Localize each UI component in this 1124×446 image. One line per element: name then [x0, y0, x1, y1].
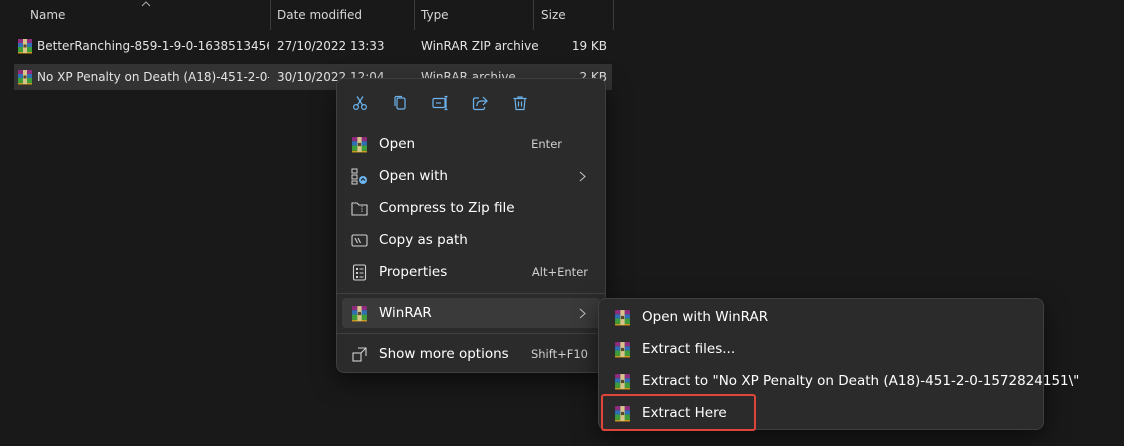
cut-button[interactable] — [344, 89, 376, 117]
submenu-item-label: Open with WinRAR — [642, 309, 769, 325]
menu-item-winrar[interactable]: WinRAR — [342, 298, 600, 328]
winrar-icon — [351, 136, 368, 153]
menu-item-copy-path[interactable]: Copy as path — [342, 225, 600, 255]
menu-item-open-with[interactable]: Open with — [342, 161, 600, 191]
submenu-item-open-with-winrar[interactable]: Open with WinRAR — [603, 302, 1039, 332]
menu-item-shortcut: Shift+F10 — [530, 347, 588, 361]
menu-item-shortcut: Enter — [531, 137, 562, 151]
rename-button[interactable] — [424, 89, 456, 117]
chevron-right-icon — [579, 171, 586, 182]
menu-item-label: Open — [379, 136, 416, 152]
column-divider[interactable] — [414, 0, 415, 30]
menu-item-properties[interactable]: Properties Alt+Enter — [342, 257, 600, 287]
menu-separator — [337, 333, 605, 334]
copy-path-icon — [351, 234, 368, 247]
file-name: BetterRanching-859-1-9-0-1638513456.zip — [37, 39, 269, 53]
menu-item-compress-zip[interactable]: Compress to Zip file — [342, 193, 600, 223]
column-header-size[interactable]: Size — [541, 0, 566, 30]
menu-item-label: Copy as path — [379, 232, 468, 248]
menu-item-label: Open with — [379, 168, 448, 184]
menu-item-show-more[interactable]: Show more options Shift+F10 — [342, 339, 600, 369]
winrar-zip-icon — [17, 38, 33, 54]
context-menu: Open Enter Open with Compress to Zip fil… — [336, 78, 606, 373]
column-header-name[interactable]: Name — [30, 0, 65, 30]
winrar-icon — [614, 341, 631, 358]
copy-button[interactable] — [384, 89, 416, 117]
chevron-right-icon — [579, 308, 586, 319]
file-row[interactable]: BetterRanching-859-1-9-0-1638513456.zip … — [14, 33, 612, 59]
column-divider[interactable] — [533, 0, 534, 30]
menu-item-label: Compress to Zip file — [379, 200, 515, 216]
show-more-icon — [352, 347, 367, 362]
column-header-date-modified[interactable]: Date modified — [277, 0, 362, 30]
open-with-icon — [351, 168, 367, 185]
file-size: 19 KB — [571, 39, 607, 53]
column-header-type[interactable]: Type — [421, 0, 449, 30]
submenu-item-extract-files[interactable]: Extract files... — [603, 334, 1039, 364]
submenu-item-extract-to[interactable]: Extract to "No XP Penalty on Death (A18)… — [603, 366, 1079, 396]
file-name: No XP Penalty on Death (A18)-451-2-0-1..… — [37, 70, 269, 84]
delete-icon — [513, 96, 527, 111]
winrar-archive-icon — [17, 69, 33, 85]
properties-icon — [352, 264, 367, 281]
submenu-item-label: Extract files... — [642, 341, 736, 357]
menu-item-label: WinRAR — [379, 305, 432, 321]
menu-item-shortcut: Alt+Enter — [531, 265, 588, 279]
submenu-item-label: Extract to "No XP Penalty on Death (A18)… — [642, 373, 1080, 389]
menu-item-open[interactable]: Open Enter — [342, 129, 600, 159]
share-icon — [472, 96, 488, 111]
sort-ascending-icon[interactable] — [141, 1, 151, 7]
column-divider[interactable] — [613, 0, 614, 30]
column-divider[interactable] — [270, 0, 271, 30]
delete-button[interactable] — [504, 89, 536, 117]
winrar-icon — [351, 305, 368, 322]
menu-item-label: Show more options — [379, 346, 509, 362]
file-date-modified: 27/10/2022 13:33 — [277, 39, 385, 53]
menu-item-label: Properties — [379, 264, 448, 280]
zip-folder-icon — [351, 202, 368, 216]
copy-icon — [394, 95, 406, 110]
file-type: WinRAR ZIP archive — [421, 39, 539, 53]
share-button[interactable] — [464, 89, 496, 117]
menu-separator — [337, 293, 605, 294]
winrar-icon — [614, 373, 631, 390]
cut-icon — [352, 96, 368, 111]
winrar-icon — [614, 309, 631, 326]
rename-icon — [431, 95, 447, 111]
extract-here-highlight — [601, 394, 756, 431]
